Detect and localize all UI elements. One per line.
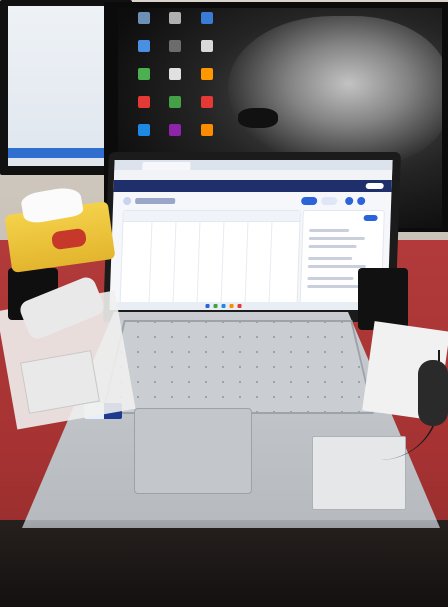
grid-column: [268, 221, 273, 307]
desktop-icon[interactable]: [138, 124, 150, 136]
windows-taskbar: [109, 302, 388, 310]
taskbar-icon[interactable]: [237, 304, 242, 308]
grid-column: [220, 221, 225, 307]
laptop-browser-window: [109, 160, 393, 310]
browser-tab[interactable]: [142, 162, 191, 170]
side-panel-line: [307, 265, 366, 268]
desktop-icon[interactable]: [138, 12, 150, 24]
mouse: [418, 360, 448, 426]
grid-column: [172, 221, 177, 307]
desktop-icon[interactable]: [200, 68, 213, 80]
grid-column: [244, 221, 249, 307]
desktop-icon[interactable]: [138, 96, 150, 108]
desktop-icon[interactable]: [169, 96, 182, 108]
page-avatar: [123, 197, 132, 205]
desktop-icons: [138, 12, 228, 142]
taskbar-icon[interactable]: [221, 304, 226, 308]
round-action-button[interactable]: [345, 197, 354, 205]
nav-user-pill[interactable]: [365, 183, 384, 189]
grid-column: [148, 221, 153, 307]
desktop-icon[interactable]: [169, 124, 182, 136]
desktop-icon[interactable]: [138, 40, 150, 52]
photo-scene: [0, 0, 448, 607]
app-navbar: [113, 180, 392, 192]
lion-wallpaper: [228, 16, 442, 166]
desktop-icon[interactable]: [169, 68, 182, 80]
desktop-icon[interactable]: [200, 96, 213, 108]
touchpad: [134, 408, 252, 494]
external-keyboard: [358, 268, 408, 330]
desktop-icon[interactable]: [200, 40, 213, 52]
browser-tab-bar: [114, 160, 393, 170]
side-panel-line: [309, 229, 350, 232]
page-title: [135, 198, 176, 204]
data-grid: [119, 210, 301, 308]
primary-button[interactable]: [301, 197, 318, 205]
desktop-icon[interactable]: [200, 124, 213, 136]
browser-address-bar: [113, 170, 393, 188]
desktop-icon[interactable]: [138, 68, 150, 80]
app-content: [109, 192, 391, 310]
desktop-icon[interactable]: [169, 12, 182, 24]
lion-mouth: [238, 108, 278, 128]
side-panel-line: [308, 257, 353, 260]
secondary-button[interactable]: [321, 197, 338, 205]
grid-column: [196, 221, 201, 307]
desktop-icon[interactable]: [169, 40, 182, 52]
side-panel-button[interactable]: [363, 215, 378, 221]
page-header: [123, 196, 383, 206]
taskbar-icon[interactable]: [213, 304, 218, 308]
taskbar-icon[interactable]: [229, 304, 234, 308]
side-panel-line: [307, 285, 362, 288]
grid-header-row: [123, 211, 300, 222]
side-panel-line: [307, 277, 354, 280]
foreground-shadow: [0, 520, 448, 607]
desktop-icon[interactable]: [200, 12, 213, 24]
taskbar-icon[interactable]: [205, 304, 210, 308]
side-panel-line: [308, 245, 357, 248]
keyboard-keys: [104, 322, 372, 412]
round-action-button-2[interactable]: [357, 197, 366, 205]
side-panel-line: [308, 237, 365, 240]
